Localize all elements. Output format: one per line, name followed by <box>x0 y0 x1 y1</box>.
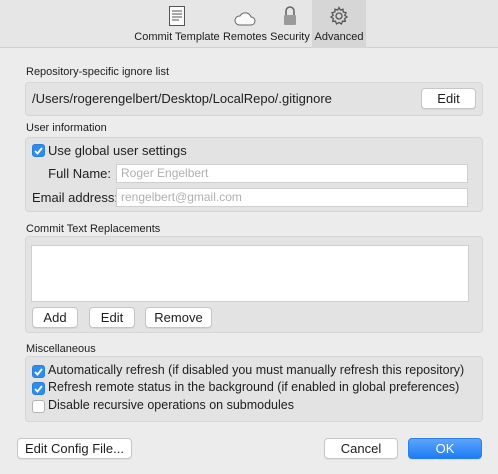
disable-recursive-checkbox[interactable] <box>32 400 45 413</box>
replacements-heading: Commit Text Replacements <box>26 223 161 235</box>
tab-advanced[interactable]: Advanced <box>312 0 366 48</box>
auto-refresh-checkbox[interactable] <box>32 365 45 378</box>
user-info-heading: User information <box>26 122 107 134</box>
replacements-group: Add Edit Remove <box>25 236 483 333</box>
add-replacement-button[interactable]: Add <box>32 307 78 328</box>
checkmark-icon <box>34 146 43 155</box>
edit-replacement-button[interactable]: Edit <box>89 307 135 328</box>
remote-status-checkbox[interactable] <box>32 382 45 395</box>
lock-icon <box>284 6 296 25</box>
tab-remotes-label: Remotes <box>222 31 268 43</box>
remote-status-label: Refresh remote status in the background … <box>48 380 460 394</box>
tab-advanced-label: Advanced <box>314 31 364 43</box>
email-field[interactable]: rengelbert@gmail.com <box>116 188 468 207</box>
cloud-icon <box>234 12 256 26</box>
edit-config-file-button[interactable]: Edit Config File... <box>17 438 132 459</box>
full-name-label: Full Name: <box>48 166 111 181</box>
checkmark-icon <box>34 384 43 393</box>
tab-remotes[interactable]: Remotes <box>222 0 268 48</box>
tab-security[interactable]: Security <box>268 0 312 48</box>
ignore-file-path: /Users/rogerengelbert/Desktop/LocalRepo/… <box>32 91 332 106</box>
ignore-list-group: /Users/rogerengelbert/Desktop/LocalRepo/… <box>25 82 483 116</box>
gear-icon <box>329 6 349 25</box>
replacements-list[interactable] <box>31 245 469 302</box>
cancel-button[interactable]: Cancel <box>324 438 398 459</box>
tab-security-label: Security <box>270 31 310 43</box>
preferences-toolbar: Commit Template Remotes Security Advance… <box>0 0 498 48</box>
document-icon <box>169 6 185 26</box>
use-global-label: Use global user settings <box>48 143 187 158</box>
ignore-list-heading: Repository-specific ignore list <box>26 66 170 78</box>
checkmark-icon <box>34 367 43 376</box>
disable-recursive-label: Disable recursive operations on submodul… <box>48 398 294 412</box>
auto-refresh-label: Automatically refresh (if disabled you m… <box>48 363 465 377</box>
misc-heading: Miscellaneous <box>26 343 96 355</box>
tab-commit-template[interactable]: Commit Template <box>133 0 221 48</box>
remove-replacement-button[interactable]: Remove <box>145 307 212 328</box>
tab-commit-template-label: Commit Template <box>134 31 220 43</box>
full-name-field[interactable]: Roger Engelbert <box>116 164 468 183</box>
edit-ignore-button[interactable]: Edit <box>421 88 476 109</box>
use-global-checkbox[interactable] <box>32 144 45 157</box>
misc-group: Automatically refresh (if disabled you m… <box>25 356 483 422</box>
user-info-group: Use global user settings Full Name: Roge… <box>25 137 483 212</box>
email-label: Email address: <box>32 190 118 205</box>
ok-button[interactable]: OK <box>408 438 482 459</box>
